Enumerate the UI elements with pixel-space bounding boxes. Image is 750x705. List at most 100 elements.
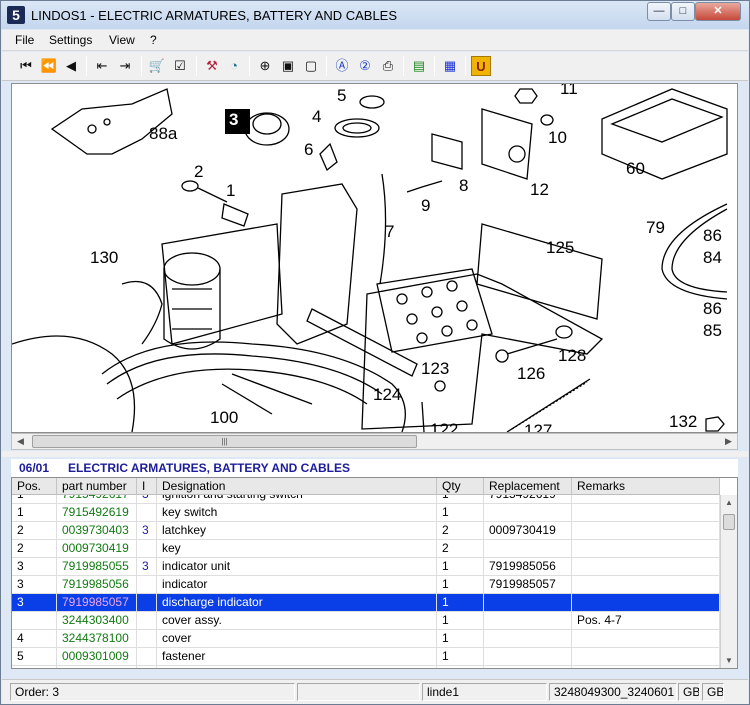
export-icon[interactable]: ▤ <box>409 56 429 76</box>
status-code: 3248049300_3240601 <box>549 683 677 701</box>
zoom-page-icon[interactable]: ▣ <box>278 56 298 76</box>
table-row[interactable]: 2 0009730419 key 2 <box>12 540 720 558</box>
table-row[interactable]: 179154926173ignition and starting switch… <box>12 495 720 504</box>
drawing-label[interactable]: 1 <box>226 181 235 201</box>
cell-remarks <box>572 540 720 558</box>
drawing-label[interactable]: 100 <box>210 408 238 428</box>
scroll-up-icon[interactable]: ▲ <box>721 495 737 511</box>
zoom-in-icon[interactable]: ⊕ <box>255 56 275 76</box>
drawing-label[interactable]: 123 <box>421 359 449 379</box>
drawing-label[interactable]: 122 <box>430 420 458 432</box>
table-row-selected[interactable]: 3 7919985057 discharge indicator 1 <box>12 594 720 612</box>
table-row[interactable]: 3 7919985055 3 indicator unit 1 7919985056 <box>12 558 720 576</box>
cell-qty: 1 <box>437 666 484 668</box>
col-pos[interactable]: Pos. <box>12 478 57 495</box>
col-designation[interactable]: Designation <box>157 478 437 495</box>
exploded-drawing[interactable]: 3 88a 5 4 6 2 1 130 7 11 10 8 9 12 60 12… <box>11 83 738 433</box>
menu-help[interactable]: ? <box>150 33 157 47</box>
drawing-label[interactable]: 86 <box>703 299 722 319</box>
cell-replacement <box>484 504 572 522</box>
cell-part-number: 7919985058 <box>57 666 137 668</box>
drawing-label[interactable]: 128 <box>558 346 586 366</box>
drawing-label[interactable]: 9 <box>421 196 430 216</box>
drawing-label[interactable]: 88a <box>149 124 177 144</box>
cell-qty: 2 <box>437 522 484 540</box>
table-vscrollbar[interactable]: ▲ ▼ <box>720 495 737 668</box>
status-database: linde1 <box>422 683 547 701</box>
cell-indicator <box>137 648 157 666</box>
drawing-label[interactable]: 11 <box>560 84 578 99</box>
drawing-label[interactable]: 86 <box>703 226 722 246</box>
cart-icon[interactable]: 🛒 <box>147 56 167 76</box>
pie-icon[interactable]: ◔ <box>224 56 244 76</box>
drawing-label[interactable]: 130 <box>90 248 118 268</box>
first-icon[interactable]: ⏮ <box>16 56 36 76</box>
vscroll-thumb[interactable] <box>723 514 735 530</box>
table-row[interactable]: 1 7915492619 key switch 1 <box>12 504 720 522</box>
drawing-label[interactable]: 126 <box>517 364 545 384</box>
drawing-label[interactable]: 6 <box>304 140 313 160</box>
close-button[interactable]: ✕ <box>695 2 741 21</box>
prev-page-icon[interactable]: ⇤ <box>92 56 112 76</box>
drawing-label[interactable]: 125 <box>546 238 574 258</box>
u-icon[interactable]: U <box>471 56 491 76</box>
print-icon[interactable]: ⎙ <box>378 56 398 76</box>
drawing-label[interactable]: 60 <box>626 159 645 179</box>
cell-replacement: 0009730419 <box>484 522 572 540</box>
drawing-label[interactable]: 5 <box>337 86 346 106</box>
toolbar-separator <box>86 56 87 76</box>
col-replacement[interactable]: Replacement <box>484 478 572 495</box>
menu-view[interactable]: View <box>109 33 135 47</box>
drawing-label[interactable]: 8 <box>459 176 468 196</box>
toolbar-separator <box>465 56 466 76</box>
table-row[interactable]: 2 0039730403 3 latchkey 2 0009730419 <box>12 522 720 540</box>
drawing-hscrollbar[interactable]: ◀ ||| ▶ <box>11 433 738 450</box>
col-remarks[interactable]: Remarks <box>572 478 720 495</box>
scroll-right-icon[interactable]: ▶ <box>720 434 737 449</box>
scroll-down-icon[interactable]: ▼ <box>721 653 737 668</box>
table-row[interactable]: 5 0009301009 fastener 1 <box>12 648 720 666</box>
drawing-label[interactable]: 132 <box>669 412 697 432</box>
drawing-label[interactable]: 84 <box>703 248 722 268</box>
tool-icon[interactable]: ⚒ <box>202 56 222 76</box>
checklist-icon[interactable]: ☑ <box>170 56 190 76</box>
col-qty[interactable]: Qty <box>437 478 484 495</box>
cell-qty: 1 <box>437 594 484 612</box>
menu-settings[interactable]: Settings <box>49 33 92 47</box>
table-row[interactable]: 3 7919985056 indicator 1 7919985057 <box>12 576 720 594</box>
drawing-label[interactable]: 85 <box>703 321 722 341</box>
pane-splitter[interactable] <box>2 451 748 457</box>
scroll-left-icon[interactable]: ◀ <box>12 434 29 449</box>
info-icon[interactable]: Ⓐ <box>332 56 352 76</box>
drawing-label[interactable]: 2 <box>194 162 203 182</box>
col-part-number[interactable]: part number <box>57 478 137 495</box>
cell-pos: 2 <box>12 540 57 558</box>
table-row[interactable]: 67919985058 bracket and clamp1 <box>12 666 720 668</box>
grid-icon[interactable]: ▦ <box>440 56 460 76</box>
table-row[interactable]: 3244303400 cover assy. 1 Pos. 4-7 <box>12 612 720 630</box>
status-order: Order: 3 <box>10 683 295 701</box>
help-icon[interactable]: ② <box>355 56 375 76</box>
cell-pos <box>12 612 57 630</box>
fast-back-icon[interactable]: ⏪ <box>39 56 59 76</box>
hscroll-thumb[interactable]: ||| <box>32 435 417 448</box>
maximize-button[interactable]: □ <box>671 2 695 21</box>
next-page-icon[interactable]: ⇥ <box>115 56 135 76</box>
menu-file[interactable]: File <box>15 33 34 47</box>
minimize-button[interactable]: — <box>647 2 671 21</box>
toolbar-separator <box>141 56 142 76</box>
zoom-fit-icon[interactable]: ▢ <box>301 56 321 76</box>
drawing-label[interactable]: 124 <box>373 385 401 405</box>
cell-remarks <box>572 648 720 666</box>
drawing-label[interactable]: 79 <box>646 218 665 238</box>
drawing-label[interactable]: 10 <box>548 128 567 148</box>
table-row[interactable]: 4 3244378100 cover 1 <box>12 630 720 648</box>
drawing-label[interactable]: 12 <box>530 180 549 200</box>
back-icon[interactable]: ◀ <box>61 56 81 76</box>
drawing-label[interactable]: 4 <box>312 107 321 127</box>
col-indicator[interactable]: I <box>137 478 157 495</box>
drawing-label[interactable]: 7 <box>385 222 394 242</box>
drawing-label[interactable]: 127 <box>524 421 552 432</box>
cell-pos: 4 <box>12 630 57 648</box>
cell-remarks: Pos. 4-7 <box>572 612 720 630</box>
